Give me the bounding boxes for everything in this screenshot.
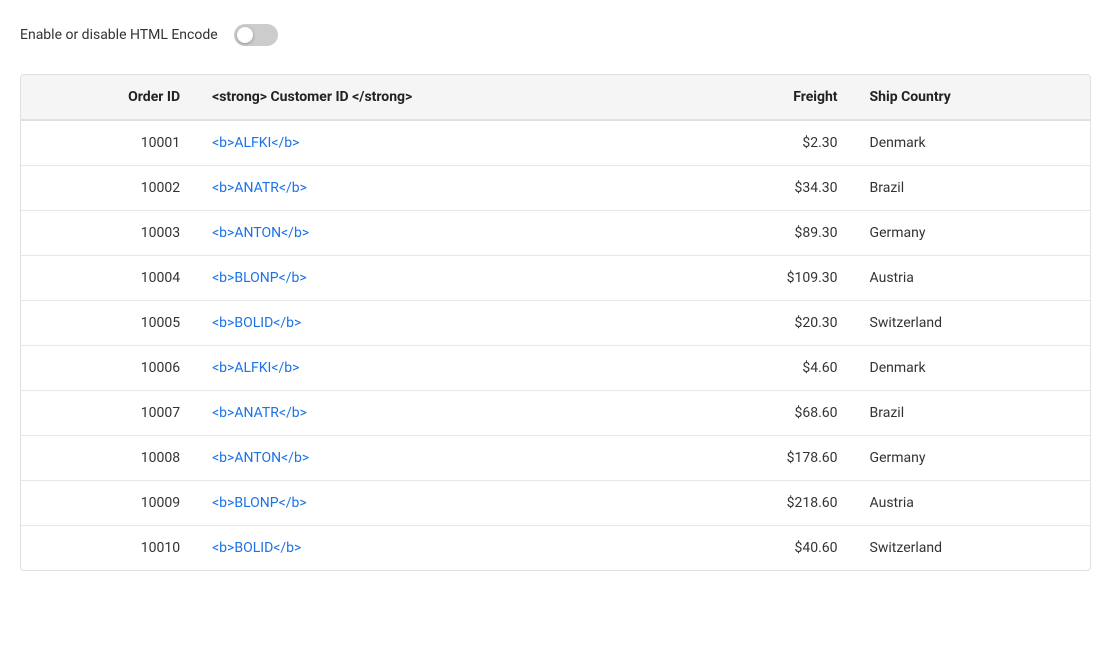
cell-orderid: 10002	[21, 166, 196, 211]
cell-customerid: <b>ALFKI</b>	[196, 346, 681, 391]
cell-shipcountry: Denmark	[854, 346, 1090, 391]
cell-orderid: 10006	[21, 346, 196, 391]
cell-shipcountry: Austria	[854, 256, 1090, 301]
table-row: 10007<b>ANATR</b>$68.60Brazil	[21, 391, 1090, 436]
table-row: 10010<b>BOLID</b>$40.60Switzerland	[21, 526, 1090, 571]
cell-shipcountry: Switzerland	[854, 301, 1090, 346]
cell-shipcountry: Brazil	[854, 391, 1090, 436]
cell-freight: $89.30	[681, 211, 854, 256]
data-grid: Order ID <strong> Customer ID </strong> …	[20, 74, 1091, 571]
cell-customerid: <b>ALFKI</b>	[196, 120, 681, 166]
table-row: 10001<b>ALFKI</b>$2.30Denmark	[21, 120, 1090, 166]
top-bar: Enable or disable HTML Encode	[20, 20, 1091, 50]
cell-freight: $34.30	[681, 166, 854, 211]
table-row: 10009<b>BLONP</b>$218.60Austria	[21, 481, 1090, 526]
cell-freight: $4.60	[681, 346, 854, 391]
cell-customerid: <b>ANATR</b>	[196, 391, 681, 436]
table-row: 10004<b>BLONP</b>$109.30Austria	[21, 256, 1090, 301]
cell-customerid: <b>ANATR</b>	[196, 166, 681, 211]
table-row: 10008<b>ANTON</b>$178.60Germany	[21, 436, 1090, 481]
toggle-thumb	[237, 27, 253, 43]
cell-freight: $2.30	[681, 120, 854, 166]
cell-shipcountry: Denmark	[854, 120, 1090, 166]
table-header-row: Order ID <strong> Customer ID </strong> …	[21, 75, 1090, 120]
cell-customerid: <b>BLONP</b>	[196, 481, 681, 526]
cell-orderid: 10008	[21, 436, 196, 481]
cell-orderid: 10007	[21, 391, 196, 436]
cell-customerid: <b>ANTON</b>	[196, 211, 681, 256]
cell-orderid: 10005	[21, 301, 196, 346]
cell-shipcountry: Switzerland	[854, 526, 1090, 571]
orders-table: Order ID <strong> Customer ID </strong> …	[21, 75, 1090, 570]
cell-orderid: 10004	[21, 256, 196, 301]
cell-shipcountry: Brazil	[854, 166, 1090, 211]
toggle-label: Enable or disable HTML Encode	[20, 27, 218, 43]
table-body: 10001<b>ALFKI</b>$2.30Denmark10002<b>ANA…	[21, 120, 1090, 570]
col-header-shipcountry: Ship Country	[854, 75, 1090, 120]
col-header-freight: Freight	[681, 75, 854, 120]
cell-shipcountry: Germany	[854, 211, 1090, 256]
col-header-orderid: Order ID	[21, 75, 196, 120]
cell-freight: $40.60	[681, 526, 854, 571]
cell-freight: $178.60	[681, 436, 854, 481]
cell-freight: $109.30	[681, 256, 854, 301]
cell-orderid: 10010	[21, 526, 196, 571]
table-row: 10003<b>ANTON</b>$89.30Germany	[21, 211, 1090, 256]
cell-freight: $218.60	[681, 481, 854, 526]
cell-shipcountry: Germany	[854, 436, 1090, 481]
cell-customerid: <b>BOLID</b>	[196, 301, 681, 346]
cell-orderid: 10001	[21, 120, 196, 166]
cell-orderid: 10009	[21, 481, 196, 526]
cell-orderid: 10003	[21, 211, 196, 256]
cell-freight: $20.30	[681, 301, 854, 346]
cell-freight: $68.60	[681, 391, 854, 436]
col-header-customerid: <strong> Customer ID </strong>	[196, 75, 681, 120]
cell-customerid: <b>ANTON</b>	[196, 436, 681, 481]
cell-customerid: <b>BOLID</b>	[196, 526, 681, 571]
table-row: 10006<b>ALFKI</b>$4.60Denmark	[21, 346, 1090, 391]
html-encode-toggle[interactable]	[234, 24, 278, 46]
toggle-track	[234, 24, 278, 46]
cell-customerid: <b>BLONP</b>	[196, 256, 681, 301]
cell-shipcountry: Austria	[854, 481, 1090, 526]
table-row: 10002<b>ANATR</b>$34.30Brazil	[21, 166, 1090, 211]
table-row: 10005<b>BOLID</b>$20.30Switzerland	[21, 301, 1090, 346]
